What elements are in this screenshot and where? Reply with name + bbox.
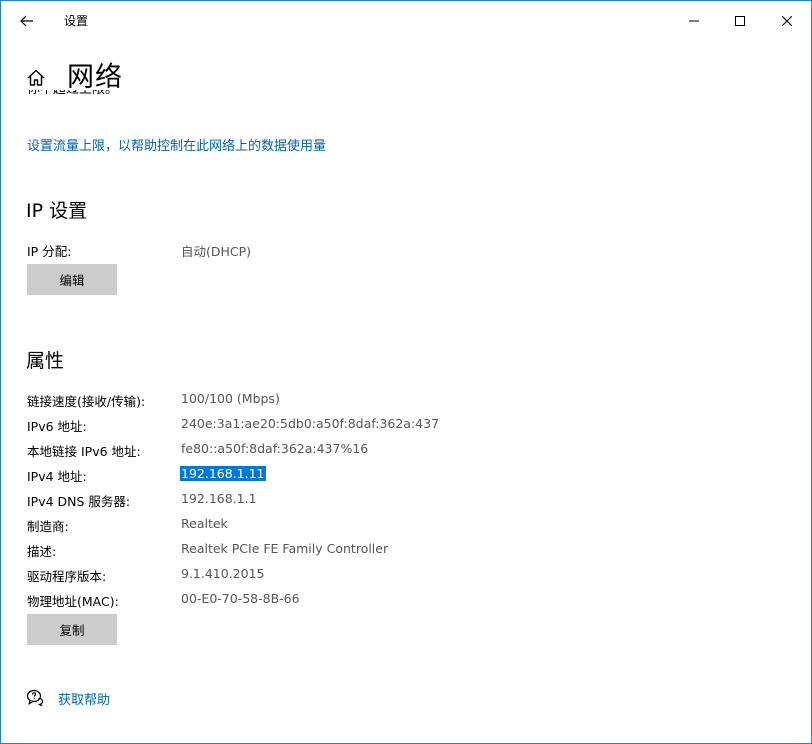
ip-assignment-value: 自动(DHCP) xyxy=(181,244,252,259)
property-value: Realtek PCIe FE Family Controller xyxy=(181,541,389,556)
minimize-button[interactable] xyxy=(671,1,717,41)
maximize-button[interactable] xyxy=(717,1,763,41)
property-value: fe80::a50f:8daf:362a:437%16 xyxy=(181,441,369,456)
ip-settings-title: IP 设置 xyxy=(26,200,88,222)
settings-window: 设置 网络 你不超过上限。 设置流量上限，以帮助控制在此网络上的数据使用量 IP… xyxy=(0,0,812,744)
back-arrow-icon xyxy=(20,15,33,27)
property-value: Realtek xyxy=(181,516,228,531)
minimize-icon xyxy=(689,20,699,22)
ip-assignment-label: IP 分配: xyxy=(27,244,72,259)
window-title: 设置 xyxy=(64,14,89,28)
property-value: 00-E0-70-58-8B-66 xyxy=(181,591,300,606)
copy-button[interactable]: 复制 xyxy=(27,614,117,645)
help-chat-icon xyxy=(26,689,44,706)
property-label: IPv4 地址: xyxy=(27,469,87,484)
close-icon xyxy=(782,16,792,26)
property-value: 100/100 (Mbps) xyxy=(181,391,280,406)
get-help-link[interactable]: 获取帮助 xyxy=(58,689,110,708)
clipped-text-content: 你不超过上限。 xyxy=(27,90,118,99)
property-label: 物理地址(MAC): xyxy=(27,594,119,609)
property-label: 驱动程序版本: xyxy=(27,569,107,584)
property-label: 链接速度(接收/传输): xyxy=(27,394,146,409)
back-button[interactable] xyxy=(7,5,47,37)
maximize-icon xyxy=(735,16,745,26)
property-value: 192.168.1.1 xyxy=(181,491,257,506)
property-label: IPv6 地址: xyxy=(27,419,87,434)
ipv4-address-value-selected[interactable]: 192.168.1.11 xyxy=(180,466,266,481)
property-label: IPv4 DNS 服务器: xyxy=(27,494,131,509)
properties-title: 属性 xyxy=(26,350,65,372)
set-data-limit-link[interactable]: 设置流量上限，以帮助控制在此网络上的数据使用量 xyxy=(27,135,326,154)
property-value: 9.1.410.2015 xyxy=(181,566,265,581)
edit-button[interactable]: 编辑 xyxy=(27,264,117,295)
property-label: 本地链接 IPv6 地址: xyxy=(27,444,141,459)
property-label: 制造商: xyxy=(27,519,69,534)
property-value: 240e:3a1:ae20:5db0:a50f:8daf:362a:437 xyxy=(181,416,440,431)
clipped-text: 你不超过上限。 xyxy=(27,90,227,106)
home-icon[interactable] xyxy=(25,67,47,89)
title-bar: 设置 xyxy=(1,1,811,41)
property-label: 描述: xyxy=(27,544,57,559)
close-button[interactable] xyxy=(764,1,810,41)
